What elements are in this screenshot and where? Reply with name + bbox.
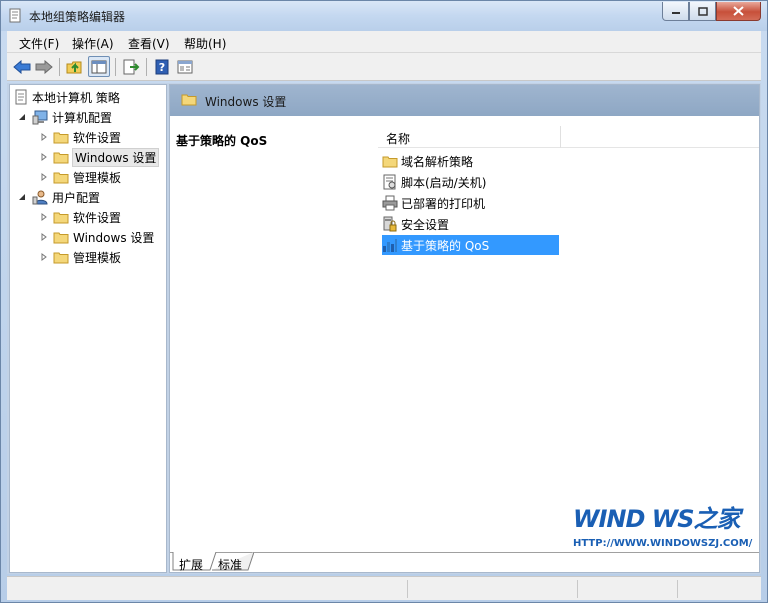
menu-action[interactable]: 操作(A): [72, 35, 114, 52]
tree-item-local-computer-policy[interactable]: 本地计算机 策略: [14, 88, 120, 106]
list-header: 名称: [378, 126, 759, 148]
export-list-button[interactable]: [120, 56, 142, 77]
properties-button[interactable]: [174, 56, 196, 77]
tab-extended[interactable]: 扩展: [179, 556, 203, 573]
expanded-triangle-icon[interactable]: [18, 113, 26, 121]
folder-icon: [53, 152, 69, 163]
item-list: 名称 域名解析策略 脚本(启动/关机) 已部署的打印机 安全设置 基于策略的 Q…: [378, 116, 759, 552]
help-icon: ?: [155, 59, 169, 74]
tree-label: 软件设置: [73, 130, 122, 145]
tree-item-computer-config[interactable]: 计算机配置: [18, 108, 112, 126]
folder-icon: [53, 232, 69, 243]
tree-label: 管理模板: [73, 170, 122, 185]
collapsed-triangle-icon[interactable]: [40, 233, 48, 241]
tree-item-user-admin-templates[interactable]: 管理模板: [40, 248, 121, 266]
status-cell: [407, 580, 577, 598]
details-header-title: Windows 设置: [205, 95, 287, 109]
properties-icon: [177, 60, 193, 73]
title-bar[interactable]: 本地组策略编辑器: [1, 1, 767, 31]
close-icon: [733, 6, 744, 16]
console-tree: 本地计算机 策略 计算机配置 软件设置 Windows 设置 管理模板 用户配置…: [9, 84, 167, 573]
collapsed-triangle-icon[interactable]: [40, 253, 48, 261]
collapsed-triangle-icon[interactable]: [40, 173, 48, 181]
policy-document-icon: [9, 8, 21, 23]
tree-item-computer-software-settings[interactable]: 软件设置: [40, 128, 121, 146]
app-window: 本地组策略编辑器 文件(F) 操作(A) 查看(V) 帮助(H) ? 本地计算机…: [0, 0, 768, 603]
tree-label: Windows 设置: [73, 230, 155, 245]
menu-help[interactable]: 帮助(H): [184, 35, 226, 52]
folder-icon: [53, 172, 69, 183]
window-title: 本地组策略编辑器: [29, 10, 126, 24]
tree-label: 软件设置: [73, 210, 122, 225]
list-item[interactable]: 已部署的打印机: [382, 193, 485, 213]
view-tabs: 扩展 标准: [170, 552, 759, 572]
close-button[interactable]: [716, 2, 761, 21]
list-item[interactable]: 域名解析策略: [382, 151, 473, 171]
forward-arrow-icon: [35, 59, 53, 74]
forward-button[interactable]: [33, 56, 55, 77]
menu-file[interactable]: 文件(F): [19, 35, 59, 52]
tab-standard[interactable]: 标准: [218, 556, 242, 573]
back-arrow-icon: [13, 59, 31, 74]
folder-icon: [181, 94, 197, 106]
collapsed-triangle-icon[interactable]: [40, 153, 48, 161]
tree-label: 计算机配置: [52, 110, 113, 125]
tree-item-user-software-settings[interactable]: 软件设置: [40, 208, 121, 226]
maximize-icon: [697, 6, 708, 16]
status-cell: [577, 580, 677, 598]
policy-document-icon: [15, 89, 27, 105]
security-settings-icon: [383, 216, 397, 232]
client-area: 本地计算机 策略 计算机配置 软件设置 Windows 设置 管理模板 用户配置…: [7, 83, 761, 574]
list-item-selected[interactable]: 基于策略的 QoS: [382, 235, 559, 255]
tree-label: 管理模板: [73, 250, 122, 265]
printer-icon: [382, 195, 398, 211]
tree-label: 用户配置: [52, 190, 101, 205]
show-hide-console-tree-icon: [91, 60, 107, 73]
collapsed-triangle-icon[interactable]: [40, 133, 48, 141]
menu-bar: 文件(F) 操作(A) 查看(V) 帮助(H): [7, 31, 761, 53]
details-pane: Windows 设置 基于策略的 QoS 名称 域名解析策略 脚本(启动/关机)…: [169, 84, 760, 573]
minimize-button[interactable]: [662, 2, 689, 21]
maximize-button[interactable]: [689, 2, 716, 21]
status-bar: [7, 576, 761, 600]
script-icon: [383, 174, 396, 190]
tree-item-computer-admin-templates[interactable]: 管理模板: [40, 168, 121, 186]
tree-label: 本地计算机 策略: [32, 90, 120, 105]
toolbar: ?: [7, 53, 761, 81]
up-folder-icon: [66, 61, 82, 73]
tree-item-user-windows-settings[interactable]: Windows 设置: [40, 228, 154, 246]
watermark-url: HTTP://WWW.WINDOWSZJ.COM/: [573, 538, 753, 549]
tree-item-computer-windows-settings[interactable]: Windows 设置: [40, 147, 160, 167]
svg-text:?: ?: [159, 61, 165, 74]
folder-icon: [53, 132, 69, 143]
up-one-level-button[interactable]: [64, 56, 86, 77]
help-button[interactable]: ?: [151, 56, 173, 77]
tree-item-user-config[interactable]: 用户配置: [18, 188, 100, 206]
list-item[interactable]: 安全设置: [382, 214, 449, 234]
computer-icon: [32, 110, 48, 124]
details-header: Windows 设置: [170, 85, 759, 116]
column-header-name[interactable]: 名称: [386, 130, 410, 147]
status-cell: [677, 580, 761, 598]
export-list-icon: [123, 59, 140, 74]
watermark: WIND WS之家 HTTP://WWW.WINDOWSZJ.COM/: [573, 499, 768, 554]
selected-item-title: 基于策略的 QoS: [176, 134, 268, 148]
watermark-brand: WIND WS之家: [573, 505, 741, 533]
qos-bar-chart-icon: [383, 239, 397, 252]
user-icon: [32, 190, 48, 204]
minimize-icon: [671, 12, 680, 14]
back-button[interactable]: [11, 56, 33, 77]
folder-icon: [53, 212, 69, 223]
list-item[interactable]: 脚本(启动/关机): [382, 172, 486, 192]
tree-label: Windows 设置: [72, 147, 160, 167]
expanded-triangle-icon[interactable]: [18, 193, 26, 201]
show-hide-console-tree-button[interactable]: [88, 56, 110, 77]
folder-icon: [382, 156, 398, 167]
folder-icon: [53, 252, 69, 263]
collapsed-triangle-icon[interactable]: [40, 213, 48, 221]
menu-view[interactable]: 查看(V): [128, 35, 170, 52]
